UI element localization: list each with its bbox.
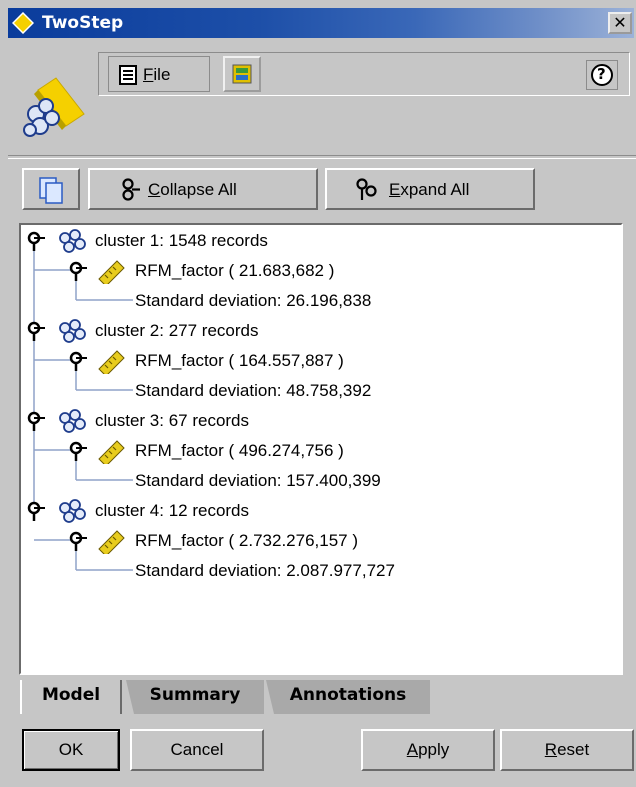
ok-button[interactable]: OK bbox=[22, 729, 120, 771]
close-icon: ✕ bbox=[613, 13, 627, 32]
field-node[interactable]: RFM_factor ( 21.683,682 ) bbox=[21, 259, 617, 285]
collapse-all-label: Collapse All bbox=[148, 180, 237, 199]
std-label: Standard deviation: 2.087.977,727 bbox=[135, 561, 395, 580]
field-label: RFM_factor ( 164.557,887 ) bbox=[135, 351, 344, 370]
tab-annotations[interactable]: Annotations bbox=[266, 680, 430, 714]
tab-summary[interactable]: Summary bbox=[126, 680, 264, 714]
field-node[interactable]: RFM_factor ( 496.274,756 ) bbox=[21, 439, 617, 465]
reset-button[interactable]: Reset bbox=[500, 729, 634, 771]
expand-all-label: Expand All bbox=[389, 180, 470, 199]
std-label: Standard deviation: 48.758,392 bbox=[135, 381, 372, 400]
field-node[interactable]: RFM_factor ( 164.557,887 ) bbox=[21, 349, 617, 375]
tree-pin-icon[interactable] bbox=[67, 531, 89, 553]
tree-pin-icon[interactable] bbox=[67, 261, 89, 283]
document-list-icon bbox=[119, 65, 137, 85]
std-node[interactable]: Standard deviation: 48.758,392 bbox=[21, 379, 617, 405]
collapse-icon bbox=[122, 178, 140, 201]
tab-model[interactable]: Model bbox=[20, 680, 122, 714]
field-label: RFM_factor ( 2.732.276,157 ) bbox=[135, 531, 359, 550]
copy-icon bbox=[39, 177, 63, 204]
ruler-field-icon bbox=[98, 440, 125, 464]
cancel-button[interactable]: Cancel bbox=[130, 729, 264, 771]
field-label: RFM_factor ( 496.274,756 ) bbox=[135, 441, 344, 460]
cluster-node-1[interactable]: cluster 1: 1548 records bbox=[21, 229, 617, 255]
cluster-label: cluster 1: 1548 records bbox=[95, 231, 268, 250]
node-diamond-icon bbox=[12, 12, 34, 34]
tree-pin-icon[interactable] bbox=[25, 501, 47, 523]
tab-summary-label: Summary bbox=[149, 685, 241, 705]
cluster-label: cluster 4: 12 records bbox=[95, 501, 250, 520]
apply-button-label: Apply bbox=[406, 740, 450, 759]
field-label: RFM_factor ( 21.683,682 ) bbox=[135, 261, 335, 280]
header-separator bbox=[8, 155, 636, 159]
tab-model-label: Model bbox=[41, 685, 101, 705]
file-menu-label: File bbox=[143, 65, 171, 84]
menu-area: File ? bbox=[8, 38, 636, 158]
tree-pin-icon[interactable] bbox=[67, 441, 89, 463]
cluster-node-3[interactable]: cluster 3: 67 records bbox=[21, 409, 617, 435]
ruler-field-icon bbox=[98, 350, 125, 374]
cluster-tree[interactable]: cluster 1: 1548 records RFM_factor ( 21.… bbox=[19, 223, 623, 675]
window-title: TwoStep bbox=[42, 13, 124, 33]
help-button[interactable]: ? bbox=[586, 60, 618, 90]
expand-icon bbox=[356, 178, 377, 200]
cluster-icon bbox=[59, 229, 86, 253]
cluster-icon bbox=[59, 409, 86, 433]
twostep-dialog: TwoStep ✕ File ? Collapse All Expand All… bbox=[0, 0, 636, 787]
cancel-button-label: Cancel bbox=[170, 740, 224, 759]
title-bar[interactable]: TwoStep ✕ bbox=[8, 8, 634, 38]
cluster-node-4[interactable]: cluster 4: 12 records bbox=[21, 499, 617, 525]
close-button[interactable]: ✕ bbox=[608, 12, 632, 34]
std-node[interactable]: Standard deviation: 26.196,838 bbox=[21, 289, 617, 315]
expand-all-button[interactable]: Expand All bbox=[325, 168, 535, 210]
std-label: Standard deviation: 157.400,399 bbox=[135, 471, 381, 490]
help-glyph: ? bbox=[597, 65, 606, 83]
cluster-icon bbox=[59, 499, 86, 523]
tree-pin-icon[interactable] bbox=[25, 321, 47, 343]
std-label: Standard deviation: 26.196,838 bbox=[135, 291, 372, 310]
tree-pin-icon[interactable] bbox=[67, 351, 89, 373]
generate-icon bbox=[232, 64, 252, 84]
collapse-all-button[interactable]: Collapse All bbox=[88, 168, 318, 210]
cluster-node-2[interactable]: cluster 2: 277 records bbox=[21, 319, 617, 345]
field-node[interactable]: RFM_factor ( 2.732.276,157 ) bbox=[21, 529, 617, 555]
ok-button-label: OK bbox=[58, 740, 84, 759]
ruler-field-icon bbox=[98, 530, 125, 554]
std-node[interactable]: Standard deviation: 157.400,399 bbox=[21, 469, 617, 495]
generate-button[interactable] bbox=[223, 56, 261, 92]
tab-annotations-label: Annotations bbox=[289, 685, 407, 705]
ruler-field-icon bbox=[98, 260, 125, 284]
cluster-label: cluster 2: 277 records bbox=[95, 321, 259, 340]
cluster-icon bbox=[59, 319, 86, 343]
tree-pin-icon[interactable] bbox=[25, 411, 47, 433]
file-menu[interactable]: File bbox=[108, 56, 210, 92]
tree-pin-icon[interactable] bbox=[25, 231, 47, 253]
copy-button[interactable] bbox=[22, 168, 80, 210]
apply-button[interactable]: Apply bbox=[361, 729, 495, 771]
twostep-node-icon bbox=[23, 77, 85, 137]
std-node[interactable]: Standard deviation: 2.087.977,727 bbox=[21, 559, 617, 585]
cluster-label: cluster 3: 67 records bbox=[95, 411, 250, 430]
reset-button-label: Reset bbox=[544, 740, 590, 759]
